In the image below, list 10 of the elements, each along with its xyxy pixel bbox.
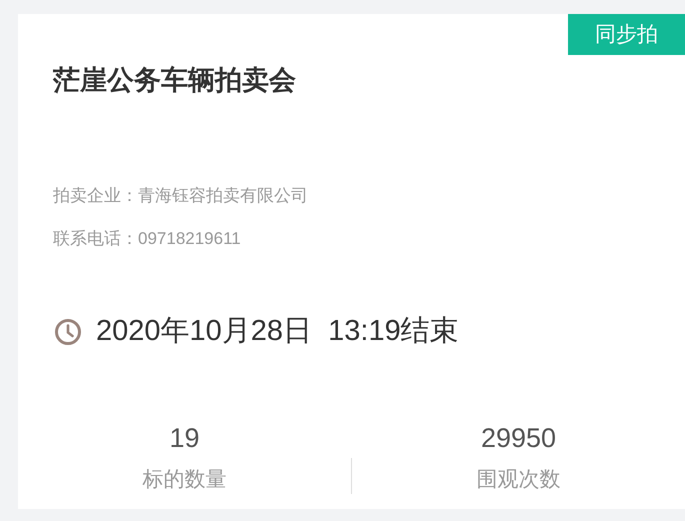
info-line: 联系电话：09718219611 (53, 228, 242, 250)
end-time: 2020年10月28日 13:19结束 (96, 314, 459, 349)
clock-icon (54, 318, 82, 346)
info-line: 拍卖企业：青海钰容拍卖有限公司 (53, 185, 308, 207)
stat-label: 标的数量 (142, 467, 226, 493)
auction-title: 茫崖公务车辆拍卖会 (53, 64, 296, 96)
stat-value: 29950 (480, 422, 556, 454)
stat-label: 围观次数 (476, 467, 560, 493)
sync-auction-badge: 同步拍 (568, 14, 685, 55)
stat-value: 19 (169, 422, 200, 454)
